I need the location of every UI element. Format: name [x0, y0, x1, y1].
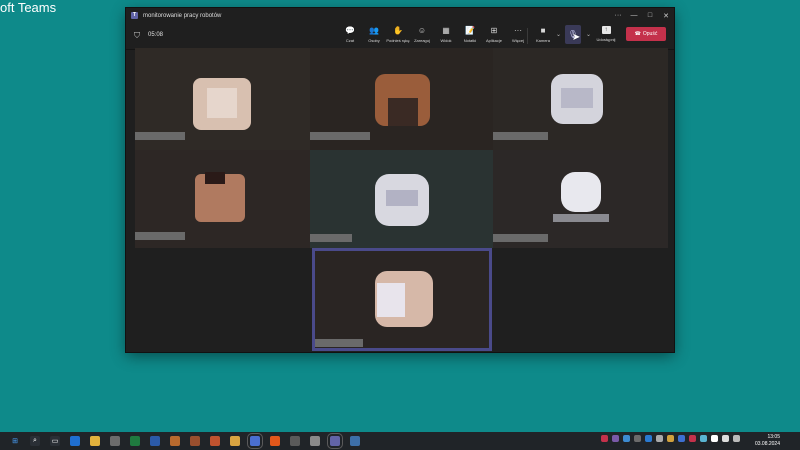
app-icon[interactable] [350, 436, 360, 446]
view-button[interactable]: ▦ Widok [434, 26, 458, 43]
chat-button[interactable]: 💬 Czat [338, 26, 362, 43]
battery-icon[interactable] [733, 435, 740, 442]
clock-time: 13:05 [767, 434, 780, 440]
participant-name-redacted [310, 234, 352, 242]
people-icon: 👥 [369, 26, 379, 35]
mouse-cursor-icon: ➤ [572, 32, 581, 43]
meeting-timer: 05:08 [148, 32, 164, 38]
tool-label: Widok [440, 38, 452, 43]
meeting-tools: 💬 Czat 👥 Osoby ✋ Podnieś rękę ☺ Zareaguj… [338, 26, 530, 43]
tray-icon[interactable] [700, 435, 707, 442]
system-tray [599, 435, 742, 442]
tray-icon[interactable] [689, 435, 696, 442]
meeting-toolbar: ⛉ 05:08 💬 Czat 👥 Osoby ✋ Podnieś rękę ☺ … [126, 23, 674, 50]
share-icon: ↑ [601, 26, 611, 34]
window-title: monitorowanie pracy robotów [143, 12, 222, 19]
chat-icon: 💬 [345, 26, 355, 35]
more-options-icon[interactable]: ··· [610, 12, 626, 20]
notes-button[interactable]: 📝 Notatki [458, 26, 482, 43]
tray-icon[interactable] [634, 435, 641, 442]
app-icon[interactable] [230, 436, 240, 446]
react-icon: ☺ [417, 26, 427, 35]
app-icon[interactable] [170, 436, 180, 446]
tool-label: Czat [345, 38, 355, 43]
react-button[interactable]: ☺ Zareaguj [410, 26, 434, 43]
app-icon[interactable] [190, 436, 200, 446]
start-icon[interactable]: ⊞ [10, 436, 20, 446]
view-icon: ▦ [442, 26, 450, 35]
participant-video-tile[interactable] [493, 150, 668, 248]
participant-name-redacted [315, 339, 363, 347]
phone-hangup-icon: ☎ [634, 31, 641, 37]
raise-hand-button[interactable]: ✋ Podnieś rękę [386, 26, 410, 43]
tray-icon[interactable] [612, 435, 619, 442]
participant-name-redacted [310, 132, 370, 140]
wifi-icon[interactable] [711, 435, 718, 442]
tool-label: Osoby [368, 38, 380, 43]
teams-logo-icon: T [131, 12, 138, 19]
tool-label: Podnieś rękę [386, 38, 410, 43]
participant-video-tile[interactable] [310, 150, 493, 248]
firefox-icon[interactable] [270, 436, 280, 446]
more-icon: ··· [514, 26, 522, 35]
participant-name-redacted [493, 132, 548, 140]
camera-options-chevron-icon[interactable]: ⌄ [556, 31, 561, 38]
participant-video-tile[interactable] [493, 48, 668, 150]
tool-label: Zareaguj [414, 38, 430, 43]
participant-name-redacted [493, 234, 548, 242]
tool-label: Więcej [511, 38, 524, 43]
tray-icon[interactable] [645, 435, 652, 442]
active-speaker-video-tile[interactable] [312, 248, 492, 351]
leave-label: Opuść [642, 31, 658, 37]
tray-icon[interactable] [667, 435, 674, 442]
close-button[interactable]: ✕ [658, 12, 674, 20]
participant-name-redacted [135, 132, 185, 140]
tray-icon[interactable] [623, 435, 630, 442]
app-icon[interactable] [290, 436, 300, 446]
tool-label: Notatki [463, 38, 477, 43]
teams-icon[interactable] [327, 433, 343, 449]
edge-icon[interactable] [70, 436, 80, 446]
people-button[interactable]: 👥 Osoby [362, 26, 386, 43]
participant-video-tile[interactable] [135, 150, 310, 248]
teams-icon[interactable] [247, 433, 263, 449]
tool-label: Aplikacje [485, 38, 502, 43]
teams-meeting-window: T monitorowanie pracy robotów ··· — □ ✕ … [126, 8, 674, 352]
shield-icon: ⛉ [134, 31, 140, 40]
clock-date: 03.08.2024 [754, 441, 780, 447]
participant-video-tile[interactable] [135, 48, 310, 150]
participant-name-redacted [135, 232, 185, 240]
camera-icon: ■ [540, 26, 546, 35]
taskbar-clock[interactable]: 13:05 03.08.2024 [755, 434, 780, 448]
desktop-app-title: oft Teams [0, 0, 57, 15]
apps-button[interactable]: ⊞ Aplikacje [482, 26, 506, 43]
bluetooth-icon[interactable] [678, 435, 685, 442]
windows-taskbar: ⊞ ⌕ ▭ 13:05 03.08.2024 [0, 432, 800, 450]
app-icon[interactable] [310, 436, 320, 446]
window-titlebar: T monitorowanie pracy robotów ··· — □ ✕ [126, 8, 674, 23]
excel-icon[interactable] [130, 436, 140, 446]
minimize-button[interactable]: — [626, 12, 642, 20]
mic-options-chevron-icon[interactable]: ⌄ [586, 31, 591, 38]
leave-button[interactable]: ☎ Opuść [626, 27, 666, 41]
share-label: Udostępnij [596, 37, 616, 42]
participant-video-tile[interactable] [310, 48, 493, 150]
search-icon[interactable]: ⌕ [30, 436, 40, 446]
task-view-icon[interactable]: ▭ [50, 436, 60, 446]
raise-hand-icon: ✋ [393, 26, 403, 35]
apps-icon: ⊞ [490, 26, 498, 35]
share-button[interactable]: ↑ Udostępnij [592, 26, 620, 42]
file-explorer-icon[interactable] [90, 436, 100, 446]
camera-label: Kamera [535, 38, 550, 43]
tray-icon[interactable] [601, 435, 608, 442]
word-icon[interactable] [150, 436, 160, 446]
volume-icon[interactable] [722, 435, 729, 442]
toolbar-divider [527, 28, 528, 44]
tray-icon[interactable] [656, 435, 663, 442]
notes-icon: 📝 [465, 26, 475, 35]
camera-button[interactable]: ■ Kamera [531, 26, 555, 43]
calculator-icon[interactable] [110, 436, 120, 446]
app-icon[interactable] [210, 436, 220, 446]
maximize-button[interactable]: □ [642, 12, 658, 20]
